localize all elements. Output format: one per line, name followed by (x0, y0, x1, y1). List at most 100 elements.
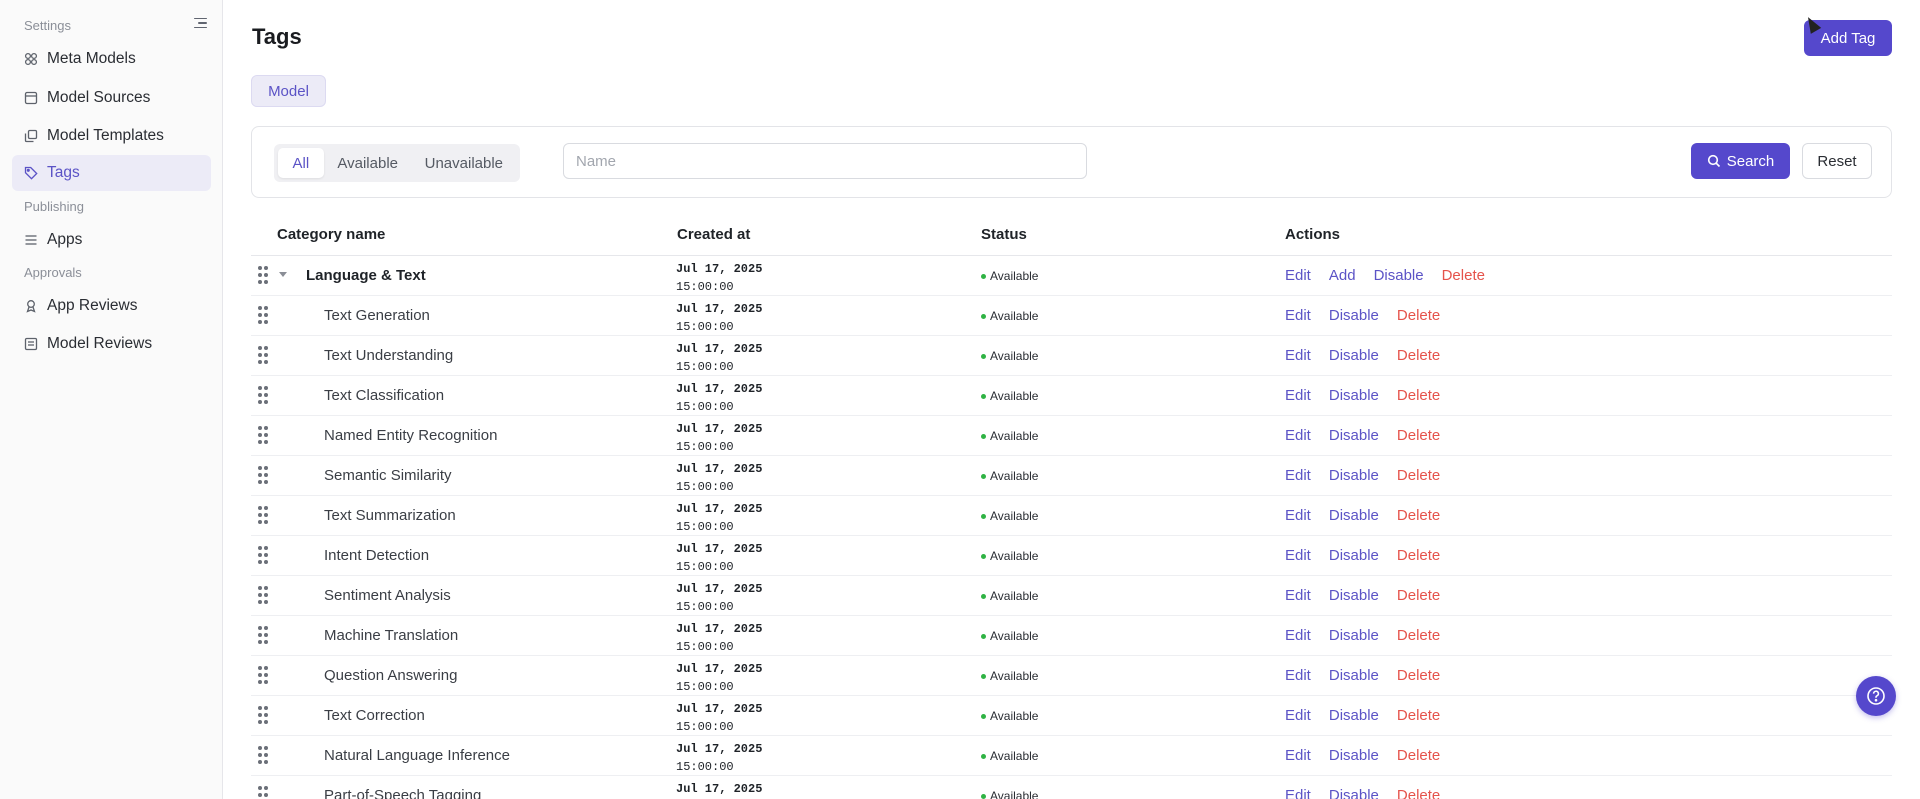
disable-link[interactable]: Disable (1329, 467, 1379, 484)
search-button[interactable]: Search (1691, 143, 1790, 179)
disable-link[interactable]: Disable (1329, 347, 1379, 364)
status-badge: Available (981, 269, 1038, 283)
expand-caret-icon[interactable] (279, 272, 287, 277)
edit-link[interactable]: Edit (1285, 627, 1311, 644)
table-row: Text Understanding Jul 17, 2025 15:00:00 Av… (251, 336, 1892, 376)
edit-link[interactable]: Edit (1285, 507, 1311, 524)
delete-link[interactable]: Delete (1397, 347, 1440, 364)
sidebar-item-model-sources[interactable]: Model Sources (12, 80, 211, 116)
disable-link[interactable]: Disable (1329, 307, 1379, 324)
disable-link[interactable]: Disable (1374, 267, 1424, 284)
name-search-input[interactable] (563, 143, 1087, 179)
drag-handle-icon[interactable] (258, 466, 268, 484)
disable-link[interactable]: Disable (1329, 587, 1379, 604)
delete-link[interactable]: Delete (1397, 467, 1440, 484)
status-text: Available (990, 589, 1039, 603)
disable-link[interactable]: Disable (1329, 427, 1379, 444)
drag-handle-icon[interactable] (258, 666, 268, 684)
disable-link[interactable]: Disable (1329, 707, 1379, 724)
drag-handle-icon[interactable] (258, 386, 268, 404)
disable-link[interactable]: Disable (1329, 787, 1379, 799)
drag-handle-icon[interactable] (258, 546, 268, 564)
column-header-status: Status (981, 226, 1027, 243)
edit-link[interactable]: Edit (1285, 427, 1311, 444)
category-name: Part-of-Speech Tagging (324, 787, 482, 799)
drag-handle-icon[interactable] (258, 306, 268, 324)
sidebar-item-meta-models[interactable]: Meta Models (12, 41, 211, 77)
disable-link[interactable]: Disable (1329, 547, 1379, 564)
disable-link[interactable]: Disable (1329, 747, 1379, 764)
created-at: Jul 17, 2025 15:00:00 (676, 420, 762, 456)
status-dot-icon (981, 313, 986, 319)
edit-link[interactable]: Edit (1285, 387, 1311, 404)
sidebar: Settings Meta Models Model Sources Model… (0, 0, 223, 799)
segment-unavailable[interactable]: Unavailable (412, 148, 516, 178)
delete-link[interactable]: Delete (1397, 707, 1440, 724)
disable-link[interactable]: Disable (1329, 507, 1379, 524)
segment-all[interactable]: All (278, 148, 324, 178)
drag-handle-icon[interactable] (258, 786, 268, 799)
sidebar-item-apps[interactable]: Apps (12, 222, 211, 258)
table-row: Natural Language Inference Jul 17, 2025 15… (251, 736, 1892, 776)
delete-link[interactable]: Delete (1397, 387, 1440, 404)
edit-link[interactable]: Edit (1285, 747, 1311, 764)
tags-table: Category name Created at Status Actions … (251, 214, 1892, 799)
sidebar-item-model-reviews[interactable]: Model Reviews (12, 326, 211, 362)
edit-link[interactable]: Edit (1285, 667, 1311, 684)
row-actions: Edit Disable Delete (1285, 707, 1440, 724)
edit-link[interactable]: Edit (1285, 587, 1311, 604)
created-time: 15:00:00 (676, 560, 734, 574)
help-button[interactable] (1856, 676, 1896, 716)
delete-link[interactable]: Delete (1397, 787, 1440, 799)
delete-link[interactable]: Delete (1397, 587, 1440, 604)
add-link[interactable]: Add (1329, 267, 1356, 284)
drag-handle-icon[interactable] (258, 746, 268, 764)
drag-handle-icon[interactable] (258, 626, 268, 644)
delete-link[interactable]: Delete (1397, 667, 1440, 684)
segment-available[interactable]: Available (324, 148, 412, 178)
edit-link[interactable]: Edit (1285, 467, 1311, 484)
drag-handle-icon[interactable] (258, 506, 268, 524)
sidebar-item-label: Model Sources (47, 89, 151, 106)
created-time: 15:00:00 (676, 280, 734, 294)
disable-link[interactable]: Disable (1329, 387, 1379, 404)
tab-model[interactable]: Model (251, 75, 326, 107)
created-time: 15:00:00 (676, 640, 734, 654)
delete-link[interactable]: Delete (1442, 267, 1485, 284)
created-time: 15:00:00 (676, 480, 734, 494)
edit-link[interactable]: Edit (1285, 547, 1311, 564)
delete-link[interactable]: Delete (1397, 427, 1440, 444)
reset-button[interactable]: Reset (1802, 143, 1872, 179)
drag-handle-icon[interactable] (258, 426, 268, 444)
delete-link[interactable]: Delete (1397, 547, 1440, 564)
edit-link[interactable]: Edit (1285, 707, 1311, 724)
edit-link[interactable]: Edit (1285, 347, 1311, 364)
delete-link[interactable]: Delete (1397, 747, 1440, 764)
disable-link[interactable]: Disable (1329, 627, 1379, 644)
status-badge: Available (981, 709, 1038, 723)
list-icon (24, 233, 38, 247)
edit-link[interactable]: Edit (1285, 307, 1311, 324)
sidebar-item-app-reviews[interactable]: App Reviews (12, 288, 211, 324)
sidebar-item-tags[interactable]: Tags (12, 155, 211, 191)
status-badge: Available (981, 589, 1038, 603)
category-name: Intent Detection (324, 547, 430, 564)
collapse-sidebar-icon[interactable] (192, 15, 208, 31)
status-dot-icon (981, 633, 986, 639)
created-at: Jul 17, 2025 15:00:00 (676, 660, 762, 696)
status-text: Available (990, 309, 1039, 323)
category-name: Sentiment Analysis (324, 587, 451, 604)
drag-handle-icon[interactable] (258, 586, 268, 604)
delete-link[interactable]: Delete (1397, 307, 1440, 324)
drag-handle-icon[interactable] (258, 346, 268, 364)
drag-handle-icon[interactable] (258, 706, 268, 724)
disable-link[interactable]: Disable (1329, 667, 1379, 684)
database-icon (24, 91, 38, 105)
drag-handle-icon[interactable] (258, 266, 268, 284)
delete-link[interactable]: Delete (1397, 627, 1440, 644)
delete-link[interactable]: Delete (1397, 507, 1440, 524)
sidebar-item-model-templates[interactable]: Model Templates (12, 118, 211, 154)
edit-link[interactable]: Edit (1285, 267, 1311, 284)
edit-link[interactable]: Edit (1285, 787, 1311, 799)
status-dot-icon (981, 513, 986, 519)
